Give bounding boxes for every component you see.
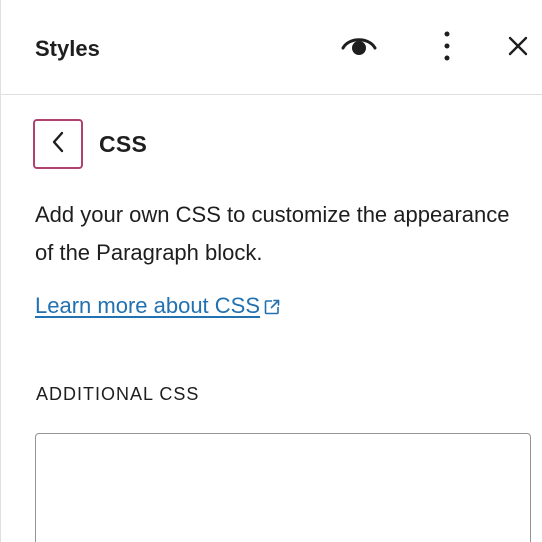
chevron-left-icon xyxy=(51,131,65,158)
more-vertical-icon xyxy=(444,31,450,66)
additional-css-label: ADDITIONAL CSS xyxy=(36,384,200,404)
panel-header: Styles xyxy=(1,0,542,95)
back-button[interactable] xyxy=(33,119,83,169)
learn-more-link[interactable]: Learn more about CSS xyxy=(35,290,281,322)
close-icon xyxy=(508,36,528,61)
external-link-icon xyxy=(263,298,281,316)
additional-css-input[interactable] xyxy=(35,433,531,542)
navigator-header: CSS xyxy=(33,118,147,170)
eye-icon xyxy=(341,34,377,63)
preview-button[interactable] xyxy=(335,24,383,72)
section-title: CSS xyxy=(99,130,148,157)
panel-title: Styles xyxy=(35,36,100,61)
options-button[interactable] xyxy=(423,24,471,72)
css-description: Add your own CSS to customize the appear… xyxy=(35,202,510,265)
learn-more-link-text: Learn more about CSS xyxy=(35,293,261,318)
close-button[interactable] xyxy=(494,24,542,72)
styles-sidebar-panel: Styles CSS Add your own CSS to customize… xyxy=(0,0,542,542)
